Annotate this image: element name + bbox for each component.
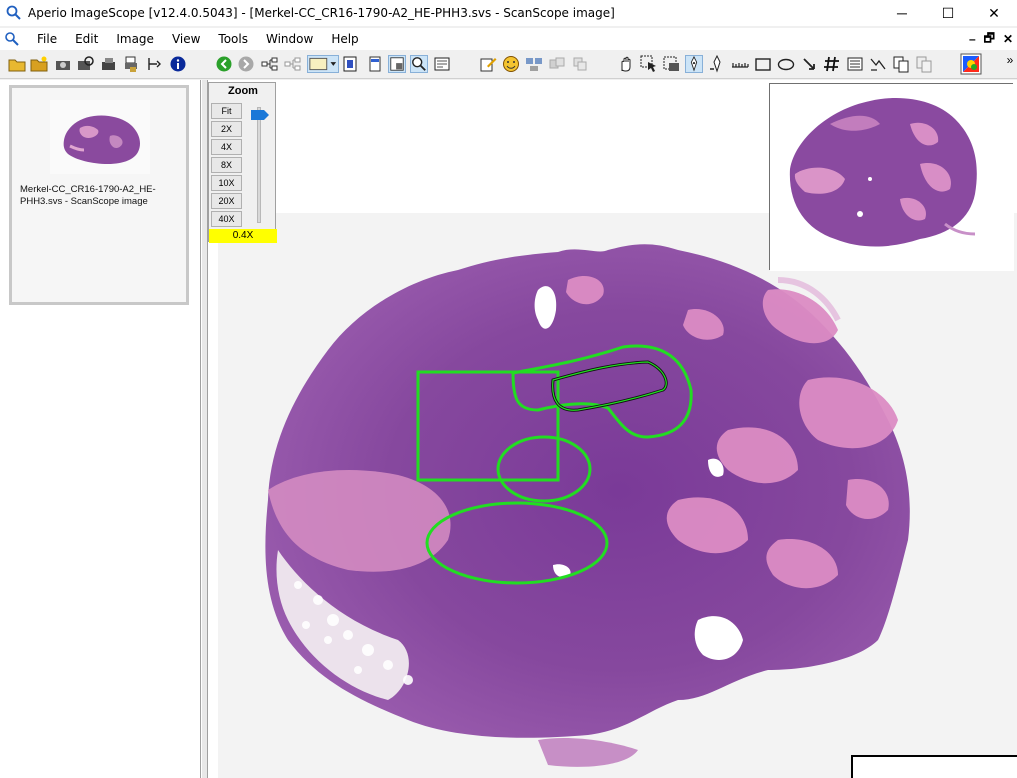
rectangle-tool-icon[interactable] [754,55,772,73]
region-capture-icon[interactable] [663,55,681,73]
slide-label-icon[interactable] [366,55,384,73]
tree-view-disabled-icon[interactable] [284,55,302,73]
zoom-40x-button[interactable]: 40X [211,211,242,227]
zoom-10x-button[interactable]: 10X [211,175,242,191]
close-button[interactable]: ✕ [971,0,1017,26]
open-folder-icon[interactable] [8,55,26,73]
hand-tool-icon[interactable] [617,55,635,73]
compare-icon[interactable] [525,55,543,73]
image-thumbnail-label: Merkel-CC_CR16-1790-A2_HE-PHH3.svs - Sca… [20,184,156,207]
extract-region-icon[interactable] [146,55,164,73]
maximize-button[interactable]: ☐ [925,0,971,26]
menu-image[interactable]: Image [107,28,163,50]
camera-zoom-icon[interactable] [77,55,95,73]
link-disabled-icon[interactable] [571,55,589,73]
zoom-slider-thumb[interactable] [251,110,269,120]
zoom-slider-track[interactable] [257,107,261,223]
camera-icon[interactable] [54,55,72,73]
snapshot-region-icon[interactable] [100,55,118,73]
select-arrow-icon[interactable] [640,55,658,73]
tree-view-icon[interactable] [261,55,279,73]
magnification-dropdown[interactable] [307,55,339,73]
zoom-fit-button[interactable]: Fit [211,103,242,119]
title-bar: Aperio ImageScope [v12.4.0.5043] - [Merk… [0,0,1017,26]
zoom-current-value: 0.4X [209,229,277,243]
zoom-4x-button[interactable]: 4X [211,139,242,155]
toolbar-overflow-chevron-icon[interactable]: » [1004,51,1016,69]
panel-splitter[interactable] [201,80,208,778]
menu-bar: File Edit Image View Tools Window Help –… [0,28,1017,50]
annotation-panel-icon[interactable] [433,55,451,73]
image-list-panel: Merkel-CC_CR16-1790-A2_HE-PHH3.svs - Sca… [0,80,201,778]
document-icon[interactable] [4,31,20,47]
info-icon[interactable] [169,55,187,73]
ellipse-tool-icon[interactable] [777,55,795,73]
toolbar: » [0,51,1017,79]
scale-bar [851,755,1017,778]
color-adjust-icon[interactable] [960,53,982,75]
window-title: Aperio ImageScope [v12.4.0.5043] - [Merk… [28,6,615,20]
overview-toggle-icon[interactable] [388,55,406,73]
menu-tools[interactable]: Tools [209,28,257,50]
printer-icon[interactable] [123,55,141,73]
zoom-title: Zoom [228,85,258,97]
single-view-icon[interactable] [341,55,359,73]
mdi-close-button[interactable]: ✕ [1003,32,1013,46]
menu-view[interactable]: View [163,28,209,50]
counter-tool-icon[interactable] [823,55,841,73]
freehand-tool-icon[interactable] [869,55,887,73]
forward-arrow-icon[interactable] [237,55,255,73]
overview-image[interactable] [770,84,1014,271]
minimize-button[interactable]: ─ [879,0,925,26]
menu-edit[interactable]: Edit [66,28,107,50]
text-annotation-icon[interactable] [846,55,864,73]
slide-thumbnail-image[interactable] [50,100,150,174]
back-arrow-icon[interactable] [215,55,233,73]
edit-notes-icon[interactable] [479,55,497,73]
slide-overview[interactable] [769,83,1014,271]
zoom-panel: Zoom Fit 2X 4X 8X 10X 20X 40X 0.4X [208,82,277,243]
mdi-minimize-button[interactable]: – [969,32,976,46]
app-logo-icon [6,5,21,20]
pen-tool-icon[interactable] [685,55,703,73]
menu-window[interactable]: Window [257,28,322,50]
menu-file[interactable]: File [28,28,66,50]
negative-pen-icon[interactable] [708,55,726,73]
ruler-icon[interactable] [731,55,749,73]
open-folder-star-icon[interactable] [30,55,48,73]
smiley-icon[interactable] [502,55,520,73]
zoom-20x-button[interactable]: 20X [211,193,242,209]
arrow-tool-icon[interactable] [800,55,818,73]
menu-help[interactable]: Help [322,28,367,50]
slide-viewer[interactable]: Zoom Fit 2X 4X 8X 10X 20X 40X 0.4X [208,80,1017,778]
image-thumbnail-card[interactable]: Merkel-CC_CR16-1790-A2_HE-PHH3.svs - Sca… [9,85,189,305]
copy-icon[interactable] [892,55,910,73]
paste-disabled-icon[interactable] [915,55,933,73]
magnifier-icon[interactable] [410,55,428,73]
sync-disabled-icon[interactable] [548,55,566,73]
mdi-restore-button[interactable]: 🗗 [984,29,995,50]
zoom-2x-button[interactable]: 2X [211,121,242,137]
zoom-8x-button[interactable]: 8X [211,157,242,173]
